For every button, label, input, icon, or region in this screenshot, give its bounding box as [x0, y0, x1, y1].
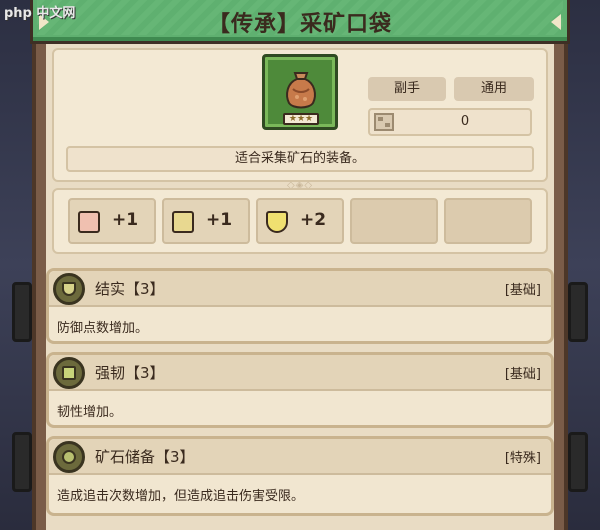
skill-card-tough[interactable]: 强韧【3】 [基础] 韧性增加。: [46, 352, 554, 428]
coin-pouch-icon[interactable]: ★★★: [262, 54, 338, 130]
grid-icon: [374, 113, 394, 131]
skill-type: [基础]: [504, 367, 541, 382]
right-side-tab-lower: [568, 432, 588, 492]
stat-value: +2: [300, 210, 327, 230]
stat-slot-scroll[interactable]: +1: [162, 198, 250, 244]
skill-type: [基础]: [504, 283, 541, 298]
tag-general: 通用: [454, 77, 534, 101]
stat-slot-shield[interactable]: +2: [256, 198, 344, 244]
skill-card-ore-reserve[interactable]: 矿石储备【3】 [特殊] 造成追击次数增加，但造成追击伤害受限。: [46, 436, 554, 516]
watermark: php 中文网: [4, 6, 76, 21]
fist-badge-icon: [53, 357, 85, 389]
ore-badge-icon: [53, 441, 85, 473]
tag-offhand: 副手: [368, 77, 446, 101]
skill-description: 造成追击次数增加，但造成追击伤害受限。: [57, 489, 305, 504]
item-title: 【传承】采矿口袋: [207, 12, 392, 37]
skill-name: 矿石储备【3】: [95, 448, 195, 466]
skill-name: 强韧【3】: [95, 364, 165, 382]
skill-name: 结实【3】: [95, 280, 165, 298]
shield-icon: [266, 211, 288, 233]
stat-slot-ore[interactable]: +1: [68, 198, 156, 244]
star-rating: ★★★: [283, 113, 319, 125]
pouch-graphic: [286, 72, 316, 109]
left-side-tab: [12, 282, 32, 342]
skill-description: 防御点数增加。: [57, 321, 149, 336]
skill-header: 矿石储备【3】 [特殊]: [49, 439, 551, 475]
shield-badge-icon: [53, 273, 85, 305]
stat-value: +1: [206, 210, 233, 230]
left-side-tab-lower: [12, 432, 32, 492]
stat-slot-empty: [350, 198, 438, 244]
value-text: 0: [460, 114, 470, 129]
item-description: 适合采集矿石的装备。: [66, 146, 534, 172]
scroll-icon: [172, 211, 194, 233]
skill-header: 结实【3】 [基础]: [49, 271, 551, 307]
skill-description: 韧性增加。: [57, 405, 123, 420]
title-bar: 【传承】采矿口袋: [30, 0, 570, 44]
skill-header: 强韧【3】 [基础]: [49, 355, 551, 391]
stat-value: +1: [112, 210, 139, 230]
right-side-tab: [568, 282, 588, 342]
stat-slot-empty: [444, 198, 532, 244]
skill-card-sturdy[interactable]: 结实【3】 [基础] 防御点数增加。: [46, 268, 554, 344]
skill-type: [特殊]: [504, 451, 541, 466]
value-box: 0: [368, 108, 532, 136]
ore-icon: [78, 211, 100, 233]
